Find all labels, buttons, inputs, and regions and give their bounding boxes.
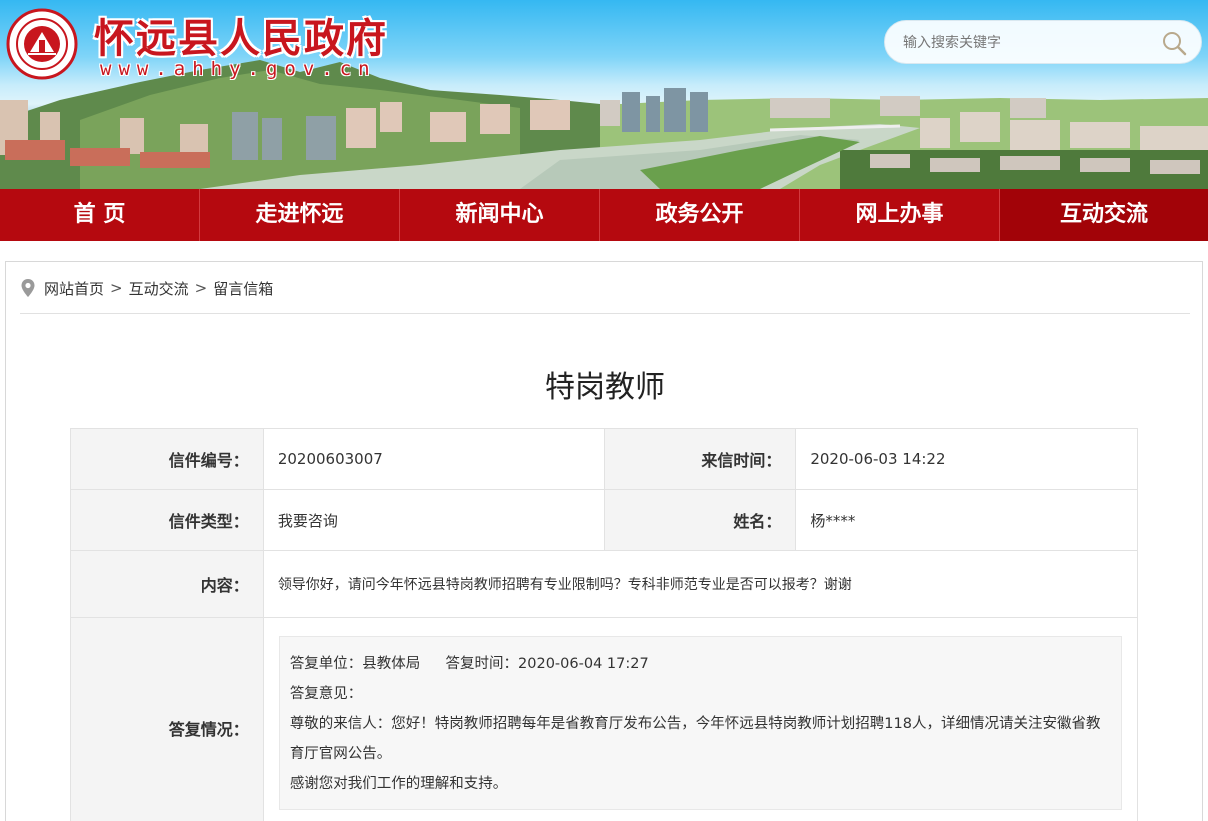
letter-time-value: 2020-06-03 14:22 [795,428,1138,490]
breadcrumb-mailbox-link[interactable]: 留言信箱 [213,278,273,299]
letter-content-value: 领导你好，请问今年怀远县特岗教师招聘有专业限制吗？专科非师范专业是否可以报考？谢… [262,550,1139,618]
site-domain: www.ahhy.gov.cn [100,58,377,80]
breadcrumb-separator: > [194,279,208,297]
nav-item-about[interactable]: 走进怀远 [200,189,400,241]
reply-time: 答复时间：2020-06-04 17:27 [445,656,649,672]
reply-unit: 答复单位：县教体局 [289,656,421,672]
main-nav: 首 页 走进怀远 新闻中心 政务公开 网上办事 互动交流 [0,189,1208,241]
search-box [884,20,1202,64]
nav-item-gov-info[interactable]: 政务公开 [600,189,800,241]
reply-box: 答复单位：县教体局 答复时间：2020-06-04 17:27 答复意见： 尊敬… [278,636,1122,810]
table-row: 信件编号： 20200603007 来信时间： 2020-06-03 14:22 [70,428,1138,490]
reply-closing: 感谢您对我们工作的理解和支持。 [289,776,508,792]
sender-name-value: 杨**** [795,489,1138,551]
reply-body: 尊敬的来信人：您好！特岗教师招聘每年是省教育厅发布公告，今年怀远县特岗教师计划招… [289,716,1101,762]
letter-info-table: 信件编号： 20200603007 来信时间： 2020-06-03 14:22… [70,428,1139,821]
search-input[interactable] [903,31,1153,55]
breadcrumb-home-link[interactable]: 网站首页 [44,278,104,299]
table-row: 内容： 领导你好，请问今年怀远县特岗教师招聘有专业限制吗？专科非师范专业是否可以… [70,550,1139,618]
reply-meta: 答复单位：县教体局 答复时间：2020-06-04 17:27 [290,649,1111,679]
letter-content-label: 内容： [70,550,264,618]
breadcrumb-separator: > [110,279,123,297]
breadcrumb: 网站首页 > 互动交流 > 留言信箱 [20,276,273,300]
nav-item-news[interactable]: 新闻中心 [400,189,600,241]
reply-opinion-label: 答复意见： [289,686,363,702]
sender-name-label: 姓名： [603,489,797,551]
reply-cell: 答复单位：县教体局 答复时间：2020-06-04 17:27 答复意见： 尊敬… [262,617,1139,821]
table-row: 答复情况： 答复单位：县教体局 答复时间：2020-06-04 17:27 答复… [70,617,1139,821]
breadcrumb-interaction-link[interactable]: 互动交流 [129,278,189,299]
header-banner: 怀远县人民政府 www.ahhy.gov.cn [0,0,1208,189]
nav-item-home[interactable]: 首 页 [0,189,200,241]
site-title: 怀远县人民政府 [94,16,388,62]
page-title: 特岗教师 [545,370,665,405]
nav-item-online-service[interactable]: 网上办事 [800,189,1000,241]
table-row: 信件类型： 我要咨询 姓名： 杨**** [70,489,1138,551]
divider [20,313,1190,314]
nav-item-interaction[interactable]: 互动交流 [1000,189,1208,241]
letter-number-value: 20200603007 [262,428,605,490]
letter-time-label: 来信时间： [603,428,797,490]
location-pin-icon [21,279,35,297]
emblem-logo [6,8,78,80]
reply-status-label: 答复情况： [70,617,264,821]
search-icon[interactable] [1161,30,1187,56]
letter-type-value: 我要咨询 [262,489,605,551]
letter-type-label: 信件类型： [70,489,264,551]
letter-number-label: 信件编号： [70,428,264,490]
